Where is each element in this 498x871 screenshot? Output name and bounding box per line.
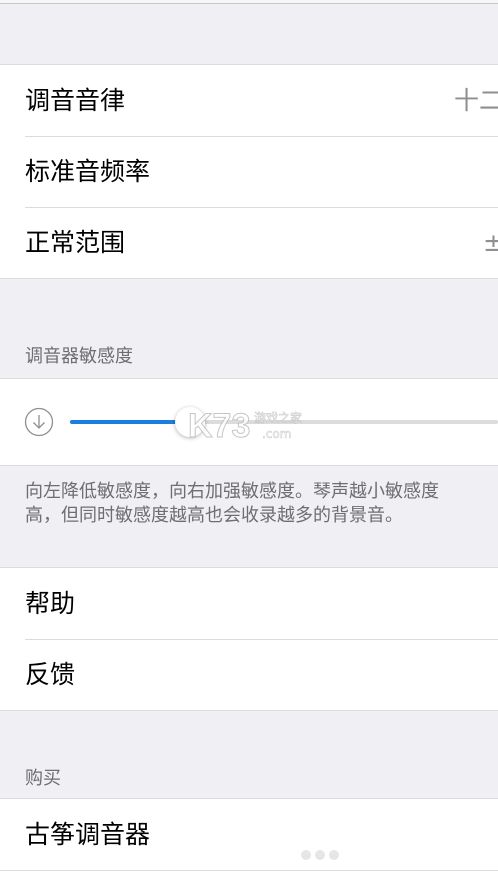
row-value: 十二 [453, 86, 498, 115]
reference-frequency-row[interactable]: 标准音频率 [0, 136, 498, 207]
tuning-settings-group: 调音音律 十二 标准音频率 正常范围 ± [0, 64, 498, 279]
row-value: ± [483, 228, 498, 257]
support-group: 帮助 反馈 [0, 567, 498, 711]
sensitivity-footer-line-1: 向左降低敏感度，向右加强敏感度。琴声越小敏感度 [25, 481, 439, 502]
page-indicator-dots [301, 850, 339, 860]
watermark-brand: K73 [188, 407, 250, 444]
row-label: 正常范围 [25, 228, 126, 257]
down-arrow-circle-icon [24, 407, 54, 437]
feedback-row[interactable]: 反馈 [0, 639, 498, 710]
tuning-temperament-row[interactable]: 调音音律 十二 [0, 65, 498, 136]
row-label: 标准音频率 [25, 157, 151, 186]
sensitivity-section-header: 调音器敏感度 [25, 346, 133, 367]
top-bar-edge [0, 0, 498, 4]
watermark-tagline: 游戏之家 [254, 410, 302, 425]
purchase-section-header: 购买 [25, 768, 61, 789]
purchase-group: 古筝调音器 [0, 798, 498, 871]
sensitivity-footer-line-2: 高，但同时敏感度越高也会收录越多的背景音。 [25, 505, 403, 526]
row-label: 古筝调音器 [25, 820, 151, 849]
sensitivity-slider-fill [70, 420, 190, 424]
watermark-domain: .com [262, 427, 291, 441]
help-row[interactable]: 帮助 [0, 568, 498, 639]
row-label: 调音音律 [25, 86, 126, 115]
sensitivity-footer: 向左降低敏感度，向右加强敏感度。琴声越小敏感度 高，但同时敏感度越高也会收录越多… [25, 480, 498, 528]
k73-watermark-logo: K73 游戏之家 .com [188, 407, 302, 445]
guzheng-tuner-row[interactable]: 古筝调音器 [0, 799, 498, 870]
normal-range-row[interactable]: 正常范围 ± [0, 207, 498, 278]
row-label: 反馈 [25, 660, 76, 689]
row-label: 帮助 [25, 589, 76, 618]
